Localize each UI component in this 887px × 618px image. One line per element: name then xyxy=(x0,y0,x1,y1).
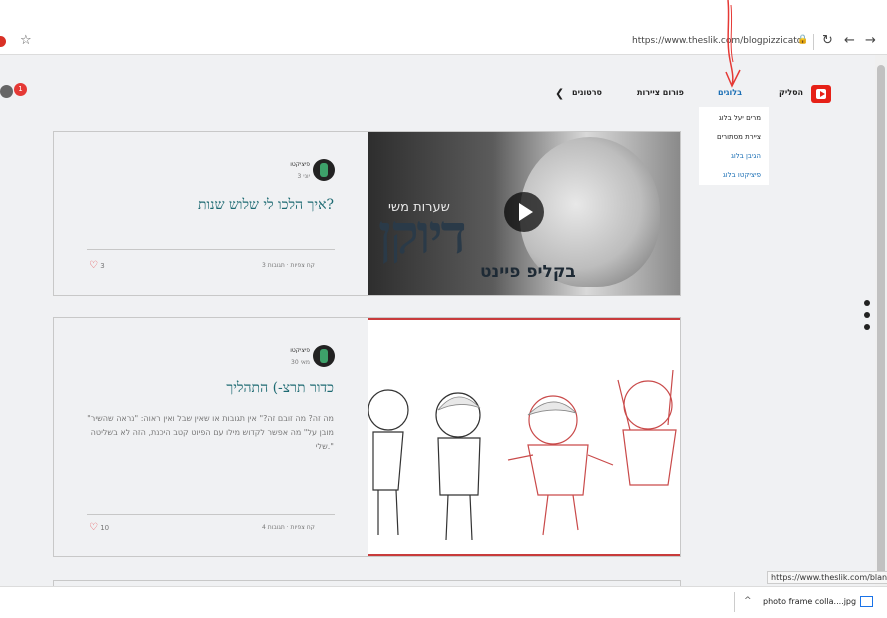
post-date: מאי 30 xyxy=(291,359,310,366)
heart-icon[interactable]: ♡ xyxy=(89,260,98,271)
download-icon[interactable] xyxy=(860,596,873,607)
address-bar: ☆ https://www.theslik.com/blogpizzicato … xyxy=(0,31,887,55)
post-title[interactable]: כדור תרצ-) התהליך xyxy=(226,380,334,397)
back-icon[interactable]: ← xyxy=(844,33,855,48)
divider xyxy=(87,514,335,515)
author-name[interactable]: פיציקטו xyxy=(290,161,310,168)
nav-home[interactable]: הסליק xyxy=(779,88,803,97)
page-content: 1 הסליק בלוגים פורום ציירות סרטונים ❮ מר… xyxy=(0,55,887,586)
more-options-icon[interactable] xyxy=(864,300,870,336)
image-caption: בקליפ פיינט xyxy=(480,262,576,282)
chevron-up-icon[interactable]: ^ xyxy=(744,596,752,606)
post-image[interactable] xyxy=(368,318,680,556)
forward-icon[interactable]: → xyxy=(865,33,876,48)
dropdown-item[interactable]: הגיבן בלוג xyxy=(731,152,761,160)
separator xyxy=(734,592,735,612)
dropdown-item[interactable]: מרים יעל בלוג xyxy=(719,114,761,122)
download-item[interactable]: photo frame colla....jpg xyxy=(763,597,856,606)
status-url: https://www.theslik.com/blank-1 xyxy=(767,571,887,584)
dropdown-item[interactable]: ציירת מסתורים xyxy=(717,133,761,141)
author-name[interactable]: פיציקטו xyxy=(290,347,310,354)
like-button[interactable]: ♡ 10 xyxy=(89,522,109,533)
stop-icon[interactable] xyxy=(0,36,6,47)
dropdown-item[interactable]: פיציקטו בלוג xyxy=(723,171,761,179)
like-button[interactable]: ♡ 3 xyxy=(89,260,105,271)
play-icon[interactable] xyxy=(504,192,544,232)
scrollbar[interactable] xyxy=(875,55,887,586)
post-text: פיציקטו מאי 30 כדור תרצ-) התהליך "מה זה?… xyxy=(54,318,368,556)
nav-forum[interactable]: פורום ציירות xyxy=(637,88,684,97)
like-count: 10 xyxy=(100,524,110,532)
post-text: פיציקטו יוני 3 איך הלכו לי שלוש שנות? ♡ … xyxy=(54,132,368,295)
url-field[interactable]: https://www.theslik.com/blogpizzicato xyxy=(632,36,802,46)
post-date: יוני 3 xyxy=(297,173,310,180)
image-title: דיוקן xyxy=(378,202,467,266)
post-stats: קח צפיות · תגובות 3 xyxy=(262,262,315,269)
reload-icon[interactable]: ↻ xyxy=(822,33,833,48)
lock-icon: 🔒 xyxy=(797,35,809,45)
nav-videos[interactable]: סרטונים xyxy=(572,88,602,97)
author-avatar[interactable] xyxy=(313,159,335,181)
divider xyxy=(87,249,335,250)
notification-badges[interactable]: 1 xyxy=(0,83,35,99)
youtube-icon[interactable] xyxy=(811,85,831,103)
user-avatar[interactable] xyxy=(0,85,13,98)
post-card[interactable]: פיציקטו מאי 30 כדור תרצ-) התהליך "מה זה?… xyxy=(53,317,681,557)
post-image[interactable]: שערות משי דיוקן בקליפ פיינט xyxy=(368,132,680,295)
heart-icon[interactable]: ♡ xyxy=(89,522,98,533)
star-icon[interactable]: ☆ xyxy=(20,33,32,48)
annotation-arrow-icon xyxy=(725,0,741,88)
notification-count[interactable]: 1 xyxy=(14,83,27,96)
scrollbar-thumb[interactable] xyxy=(877,65,885,575)
author-avatar[interactable] xyxy=(313,345,335,367)
like-count: 3 xyxy=(100,262,105,270)
downloads-bar: ^ photo frame colla....jpg xyxy=(0,586,887,618)
toolbar-separator xyxy=(813,34,814,50)
post-excerpt: "מה זה? מה זובם זה?" אין תגובות או שאין … xyxy=(87,414,334,451)
post-stats: קח צפיות · תגובות 4 xyxy=(262,524,315,531)
chevron-left-icon[interactable]: ❮ xyxy=(555,87,564,100)
post-title[interactable]: איך הלכו לי שלוש שנות? xyxy=(198,197,334,214)
sketch-illustration xyxy=(368,369,677,541)
post-card[interactable]: פיציקטו יוני 3 איך הלכו לי שלוש שנות? ♡ … xyxy=(53,131,681,296)
blogs-dropdown: מרים יעל בלוג ציירת מסתורים הגיבן בלוג פ… xyxy=(699,107,769,185)
